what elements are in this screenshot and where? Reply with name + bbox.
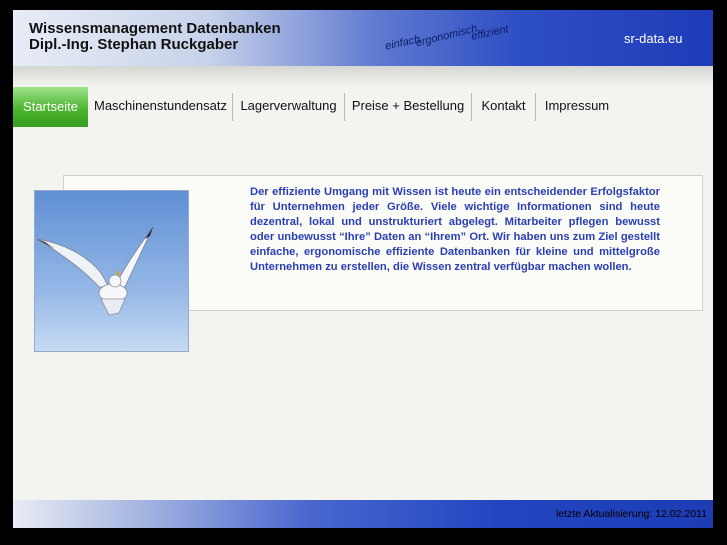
nav-item-kontakt[interactable]: Kontakt <box>472 89 535 123</box>
nav-item-lagerverwaltung[interactable]: Lagerverwaltung <box>233 89 344 123</box>
seagull-photo <box>34 190 189 352</box>
last-updated: letzte Aktualisierung: 12.02.2011 <box>556 508 707 520</box>
nav-item-maschinenstundensatz[interactable]: Maschinenstundensatz <box>89 89 232 123</box>
header-shadow <box>13 66 713 86</box>
intro-text: Der effiziente Umgang mit Wissen ist heu… <box>250 186 660 273</box>
site-owner: Dipl.-Ing. Stephan Ruckgaber <box>29 36 239 53</box>
site-domain: sr-data.eu <box>624 31 683 46</box>
slogan-word: ergonomisch <box>414 22 479 50</box>
site-footer: letzte Aktualisierung: 12.02.2011 <box>13 500 713 528</box>
nav-item-preise-bestellung[interactable]: Preise + Bestellung <box>345 89 471 123</box>
seagull-icon <box>35 191 188 351</box>
nav-item-startseite[interactable]: Startseite <box>13 87 88 127</box>
main-navigation: Startseite Maschinenstundensatz Lagerver… <box>13 87 713 127</box>
nav-item-impressum[interactable]: Impressum <box>536 89 618 123</box>
site-title: Wissensmanagement Datenbanken <box>29 20 281 37</box>
page: Wissensmanagement Datenbanken Dipl.-Ing.… <box>13 10 713 528</box>
site-header: Wissensmanagement Datenbanken Dipl.-Ing.… <box>13 10 713 66</box>
